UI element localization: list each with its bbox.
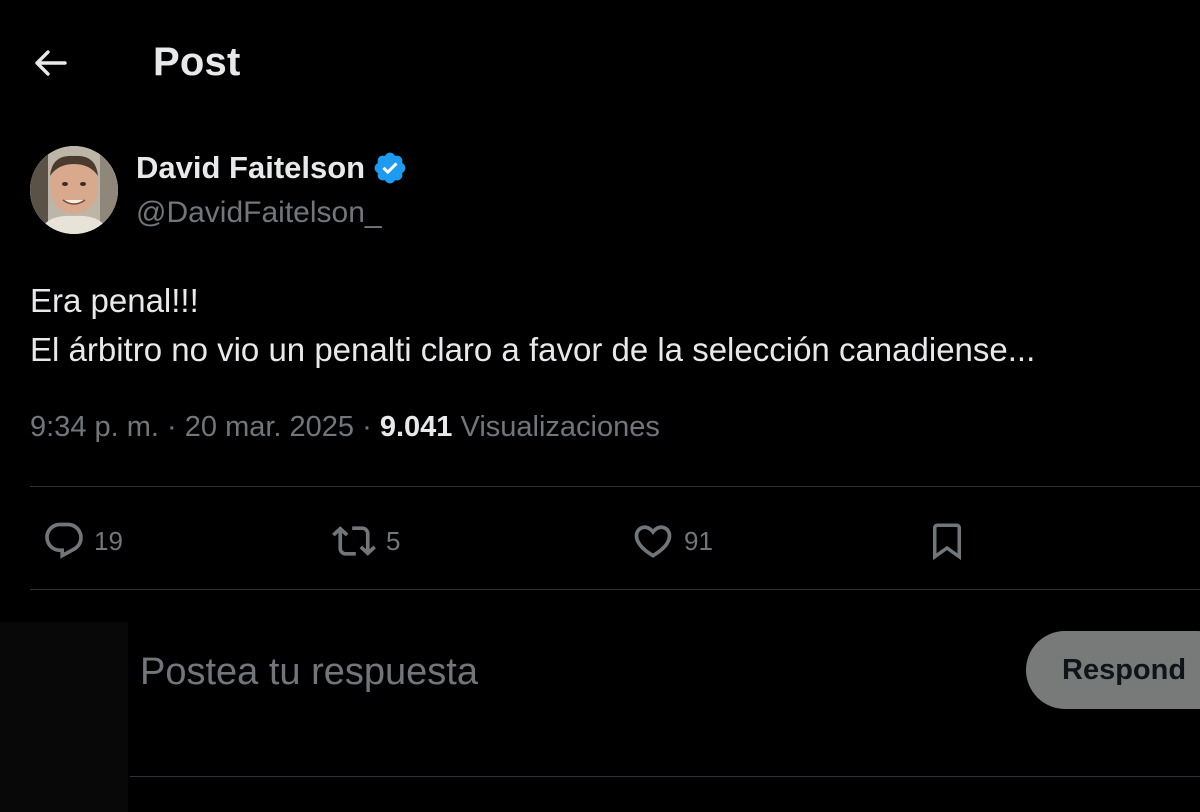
reply-icon xyxy=(45,522,83,559)
post-text: Era penal!!! El árbitro no vio un penalt… xyxy=(30,276,1035,374)
back-button[interactable] xyxy=(26,40,76,86)
reply-input[interactable] xyxy=(140,640,1000,704)
reply-count: 19 xyxy=(94,525,123,556)
post-page: Post David Faitelson @DavidFaitelson_ Er… xyxy=(0,0,1200,812)
author-handle[interactable]: @DavidFaitelson_ xyxy=(136,196,382,230)
like-button[interactable]: 91 xyxy=(630,519,713,563)
action-bar: 19 5 91 xyxy=(0,505,1200,577)
arrow-left-icon xyxy=(35,50,67,76)
meta-separator: · xyxy=(167,411,177,443)
avatar[interactable] xyxy=(30,146,118,234)
bookmark-button[interactable] xyxy=(926,519,968,563)
meta-separator: · xyxy=(362,411,372,443)
post-text-line: El árbitro no vio un penalti claro a fav… xyxy=(30,331,1036,368)
reply-submit-button[interactable]: Respond xyxy=(1026,631,1200,709)
reply-button[interactable]: 19 xyxy=(42,519,123,563)
post-text-line: Era penal!!! xyxy=(30,282,199,319)
post-time[interactable]: 9:34 p. m. xyxy=(30,411,159,443)
post-date[interactable]: 20 mar. 2025 xyxy=(185,411,354,443)
bookmark-icon xyxy=(933,523,961,561)
views-count: 9.041 xyxy=(379,411,453,443)
post-meta: 9:34 p. m. · 20 mar. 2025 · 9.041 Visual… xyxy=(30,411,660,444)
verified-badge-icon xyxy=(374,152,406,184)
divider xyxy=(130,776,1200,777)
page-title: Post xyxy=(153,40,241,84)
avatar-image xyxy=(30,146,118,234)
divider xyxy=(30,486,1200,487)
repost-button[interactable]: 5 xyxy=(330,519,400,563)
header: Post xyxy=(0,0,1200,124)
author-name: David Faitelson xyxy=(136,150,366,185)
composer-avatar-area xyxy=(0,622,128,812)
author-name-row[interactable]: David Faitelson xyxy=(136,150,408,186)
heart-icon xyxy=(634,525,672,558)
like-count: 91 xyxy=(684,525,713,556)
divider xyxy=(30,589,1200,590)
repost-icon xyxy=(332,526,376,556)
views-label: Visualizaciones xyxy=(460,411,660,443)
repost-count: 5 xyxy=(386,525,401,556)
